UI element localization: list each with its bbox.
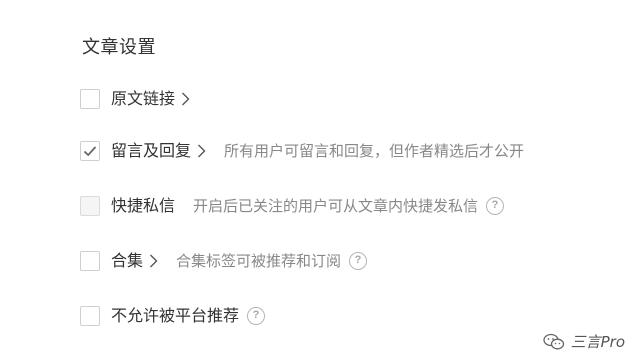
chevron-right-icon[interactable] bbox=[197, 144, 206, 158]
setting-row-collection: 合集 合集标签可被推荐和订阅 ? bbox=[80, 249, 368, 273]
setting-row-quick-message: 快捷私信 开启后已关注的用户可从文章内快捷发私信 ? bbox=[80, 194, 505, 218]
watermark-text: 三言Pro bbox=[570, 333, 625, 351]
check-icon bbox=[83, 146, 97, 157]
comments-label[interactable]: 留言及回复 bbox=[111, 139, 191, 163]
original-link-label[interactable]: 原文链接 bbox=[111, 87, 175, 111]
no-recommend-label[interactable]: 不允许被平台推荐 bbox=[111, 304, 239, 328]
no-recommend-checkbox[interactable] bbox=[80, 306, 100, 326]
watermark: 三言Pro bbox=[542, 331, 625, 352]
section-title: 文章设置 bbox=[82, 37, 156, 58]
wechat-icon bbox=[542, 333, 565, 351]
setting-row-original-link: 原文链接 bbox=[80, 87, 190, 111]
collection-description: 合集标签可被推荐和订阅 bbox=[176, 252, 342, 270]
original-link-checkbox[interactable] bbox=[80, 89, 100, 109]
comments-checkbox[interactable] bbox=[80, 141, 100, 161]
quick-message-label: 快捷私信 bbox=[111, 196, 176, 215]
quick-message-description: 开启后已关注的用户可从文章内快捷发私信 bbox=[193, 197, 479, 215]
help-icon[interactable]: ? bbox=[486, 197, 505, 215]
chevron-right-icon[interactable] bbox=[181, 92, 190, 106]
setting-row-comments: 留言及回复 所有用户可留言和回复，但作者精选后才公开 bbox=[80, 139, 524, 163]
comments-description: 所有用户可留言和回复，但作者精选后才公开 bbox=[224, 142, 525, 160]
collection-checkbox[interactable] bbox=[80, 251, 100, 271]
article-settings-panel: 文章设置 原文链接 留言及回复 所有用户可留言和回复，但作者精选后才公开 快捷私… bbox=[0, 0, 643, 364]
help-icon[interactable]: ? bbox=[247, 307, 266, 325]
quick-message-checkbox[interactable] bbox=[80, 196, 100, 216]
collection-label[interactable]: 合集 bbox=[111, 249, 143, 273]
chevron-right-icon[interactable] bbox=[149, 254, 158, 268]
help-icon[interactable]: ? bbox=[349, 252, 368, 270]
setting-row-no-recommend: 不允许被平台推荐 ? bbox=[80, 304, 266, 328]
